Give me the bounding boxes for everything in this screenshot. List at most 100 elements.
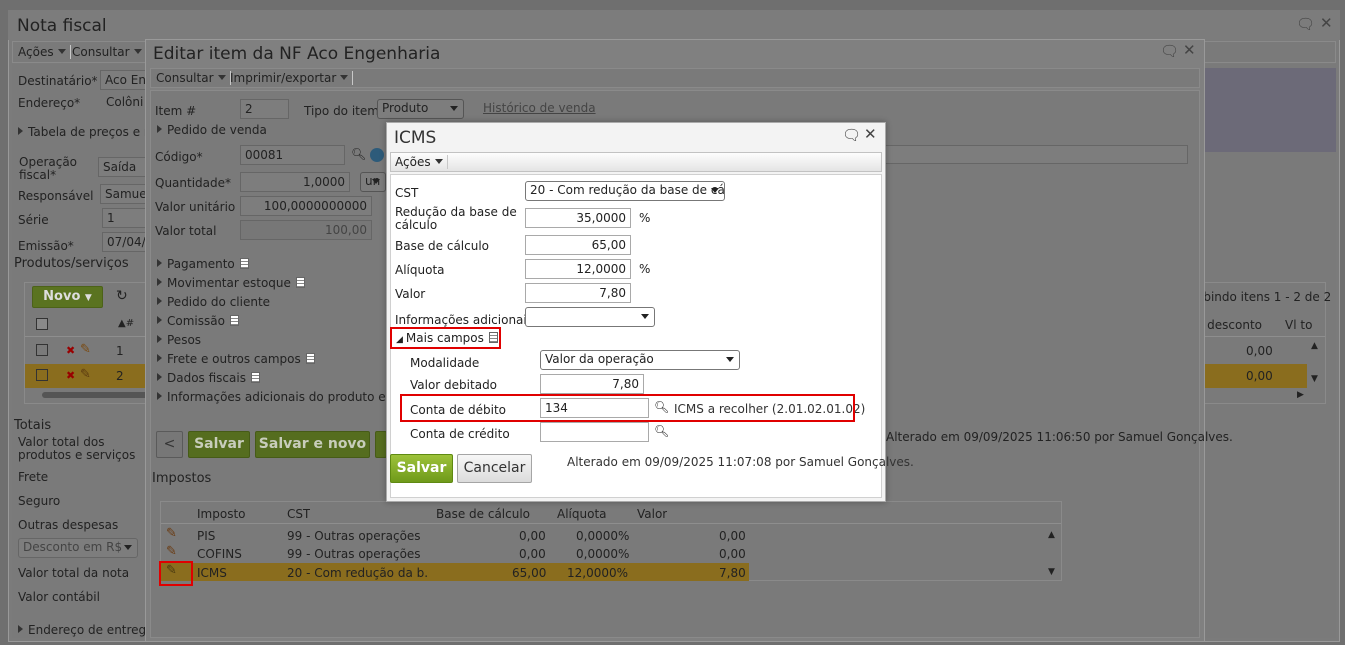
icms-menu-acoes[interactable]: Ações	[391, 155, 448, 169]
tipo-item-select[interactable]: Produto	[377, 99, 464, 119]
icms-menu-acoes-label: Ações	[395, 155, 431, 169]
destinatario-field[interactable]: Aco Eng	[100, 70, 148, 90]
edit-pencil-icon[interactable]: ✎	[80, 342, 91, 357]
row-checkbox[interactable]	[36, 369, 48, 381]
scroll-up-icon[interactable]: ▲	[1311, 341, 1318, 351]
row-checkbox[interactable]	[36, 344, 48, 356]
section-label: Frete e outros campos	[167, 352, 301, 366]
row-number: 2	[116, 369, 124, 383]
section-comissao[interactable]: Comissão	[157, 314, 239, 328]
modalidade-select[interactable]: Valor da operação	[540, 350, 740, 370]
close-icon[interactable]: ✕	[864, 125, 877, 143]
item-menu-imprimir-label: Imprimir/exportar	[230, 71, 337, 85]
historico-venda-link[interactable]: Histórico de venda	[483, 101, 596, 115]
aliquota-label: Alíquota	[395, 263, 445, 277]
section-label: Pedido do cliente	[167, 295, 271, 309]
section-info-adicionais[interactable]: Informações adicionais do produto e obs	[157, 390, 411, 404]
valor-total-field: 100,00	[240, 220, 372, 240]
outer-menu-consultar[interactable]: Consultar	[68, 45, 147, 59]
destinatario-label: Destinatário*	[18, 74, 98, 88]
unidade-select[interactable]: un	[360, 172, 386, 192]
responsavel-field[interactable]: Samuel	[100, 184, 148, 204]
col-desconto: l desconto	[1200, 318, 1262, 332]
base-calculo-field[interactable]: 65,00	[525, 235, 631, 255]
edit-pencil-icon[interactable]: ✎	[166, 544, 177, 559]
item-menu-consultar[interactable]: Consultar	[152, 71, 231, 85]
info-adicionais-select[interactable]	[525, 307, 655, 327]
base-cell: 0,00	[519, 529, 546, 543]
section-movimentar-estoque[interactable]: Movimentar estoque	[157, 276, 305, 290]
close-icon[interactable]: ✕	[1320, 14, 1333, 32]
section-frete[interactable]: Frete e outros campos	[157, 352, 315, 366]
icms-cancelar-button[interactable]: Cancelar	[457, 454, 532, 483]
item-menu-consultar-label: Consultar	[156, 71, 214, 85]
emissao-field[interactable]: 07/04/2	[102, 232, 148, 252]
desconto-select[interactable]: Desconto em R$	[18, 538, 138, 558]
valor-debitado-field[interactable]: 7,80	[540, 374, 644, 394]
item-number-field[interactable]: 2	[240, 99, 289, 119]
col-valor: Valor	[637, 507, 668, 521]
icms-salvar-button[interactable]: Salvar	[390, 454, 453, 483]
edit-pencil-icon[interactable]: ✎	[166, 526, 177, 541]
doc-icon	[250, 372, 260, 383]
quantidade-field[interactable]: 1,0000	[240, 172, 350, 192]
valor-unitario-field[interactable]: 100,0000000000	[240, 196, 372, 216]
novo-button[interactable]: Novo ▼	[32, 286, 103, 308]
comment-icon[interactable]: 🗨	[1160, 42, 1179, 60]
info-icon[interactable]	[370, 148, 384, 162]
section-label: Pagamento	[167, 257, 235, 271]
codigo-field[interactable]: 00081	[240, 145, 345, 165]
row-desconto: 0,00	[1246, 344, 1273, 358]
tabela-precos-toggle[interactable]: Tabela de preços e re	[18, 125, 156, 139]
valor-total-nota-label: Valor total da nota	[18, 566, 130, 580]
scroll-down-icon[interactable]: ▼	[1048, 567, 1055, 577]
delete-icon[interactable]: ✖	[66, 369, 75, 382]
serie-field[interactable]: 1	[102, 208, 148, 228]
col-cst: CST	[287, 507, 311, 521]
annotation-highlight-conta-debito	[400, 394, 855, 422]
comment-icon[interactable]: 🗨	[842, 126, 861, 144]
doc-icon	[305, 353, 315, 364]
scroll-down-icon[interactable]: ▼	[1311, 374, 1318, 384]
operacao-field[interactable]: Saída	[98, 157, 148, 177]
outer-menu-acoes[interactable]: Ações	[14, 45, 71, 59]
edit-pencil-icon[interactable]: ✎	[80, 367, 91, 382]
scroll-right-icon[interactable]: ▶	[1297, 390, 1304, 400]
modalidade-label: Modalidade	[410, 356, 480, 370]
conta-credito-field[interactable]	[540, 422, 649, 442]
reducao-field[interactable]: 35,0000	[525, 208, 631, 228]
close-icon[interactable]: ✕	[1183, 41, 1196, 59]
scroll-up-icon[interactable]: ▲	[1048, 530, 1055, 540]
pedido-venda-toggle[interactable]: Pedido de venda	[157, 123, 267, 137]
seguro-label: Seguro	[18, 494, 61, 508]
cst-select[interactable]: 20 - Com redução da base de cál	[525, 181, 725, 201]
impostos-title: Impostos	[152, 471, 212, 486]
item-salvar-button[interactable]: Salvar	[188, 431, 250, 458]
section-pesos[interactable]: Pesos	[157, 333, 201, 347]
horizontal-scrollbar[interactable]	[42, 392, 152, 398]
section-dados-fiscais[interactable]: Dados fiscais	[157, 371, 260, 385]
section-pagamento[interactable]: Pagamento	[157, 257, 249, 271]
table-row-selected[interactable]	[161, 563, 749, 581]
aliquota-field[interactable]: 12,0000	[525, 259, 631, 279]
item-menu-imprimir[interactable]: Imprimir/exportar	[226, 71, 354, 85]
valor-field[interactable]: 7,80	[525, 283, 631, 303]
prev-button[interactable]: <	[156, 431, 183, 458]
item-salvar-novo-button[interactable]: Salvar e novo	[255, 431, 370, 458]
section-pedido-cliente[interactable]: Pedido do cliente	[157, 295, 270, 309]
search-icon[interactable]: 🔍︎	[654, 424, 669, 438]
valor-cell: 0,00	[719, 529, 746, 543]
sort-icon[interactable]: ▲#	[118, 318, 134, 329]
base-calculo-label: Base de cálculo	[395, 239, 490, 253]
comment-icon[interactable]: 🗨	[1296, 15, 1315, 33]
valor-cell: 0,00	[719, 547, 746, 561]
select-all-checkbox[interactable]	[36, 318, 48, 330]
refresh-icon[interactable]: ↻	[116, 288, 128, 304]
col-aliquota: Alíquota	[557, 507, 607, 521]
search-icon[interactable]: 🔍︎	[351, 147, 366, 161]
annotation-highlight-edit-icon	[159, 561, 193, 586]
description-field[interactable]	[884, 145, 1188, 164]
endereco-value: Colôni	[106, 95, 144, 109]
delete-icon[interactable]: ✖	[66, 344, 75, 357]
outer-menu-acoes-label: Ações	[18, 45, 54, 59]
